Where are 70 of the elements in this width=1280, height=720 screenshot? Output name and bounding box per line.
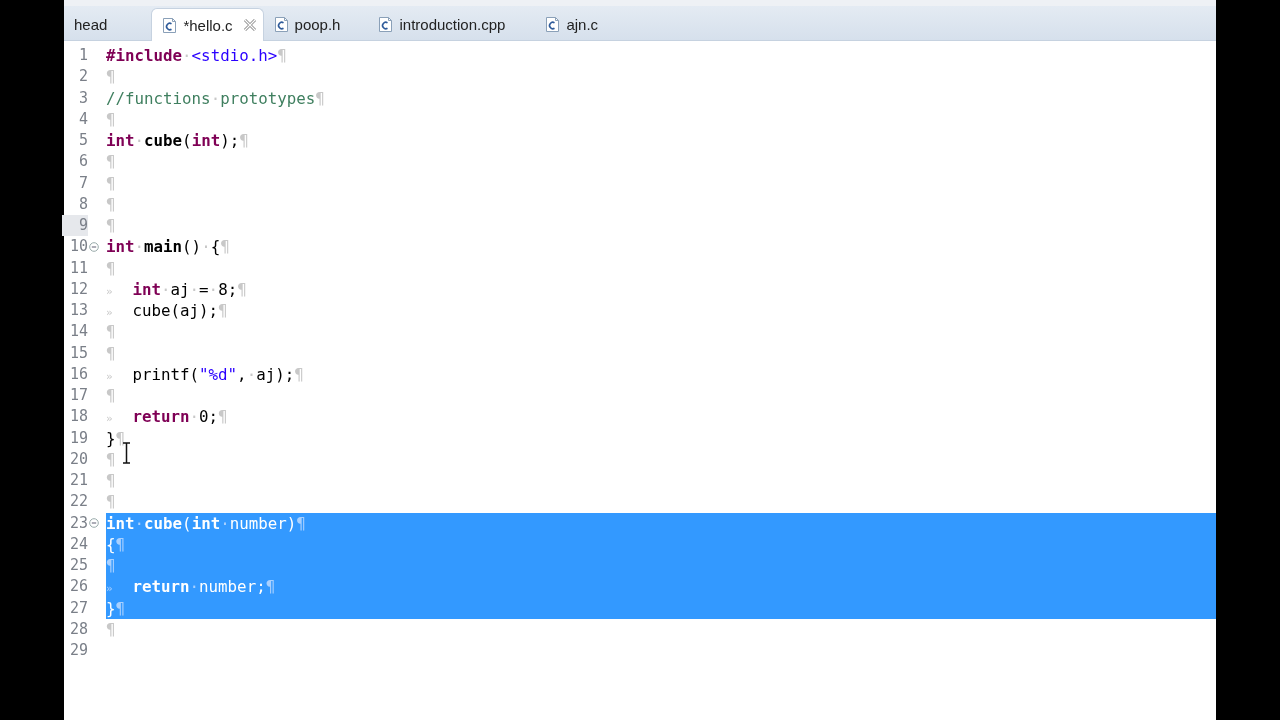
code-line: int·cube(int·number)¶ <box>106 513 306 533</box>
code-line: ¶ <box>106 109 116 129</box>
code-line: //functions·prototypes¶ <box>106 88 325 108</box>
line-number: 16 <box>68 363 88 385</box>
line-number: 1 <box>77 45 88 66</box>
editor-tab[interactable]: introduction.cpp <box>368 8 528 40</box>
c-file-icon <box>378 15 394 33</box>
line-number: 2 <box>77 66 88 88</box>
line-number: 24 <box>68 533 88 555</box>
code-line: ¶ <box>106 322 116 342</box>
code-line: » return·number;¶ <box>106 577 276 597</box>
editor-tab[interactable]: *hello.c <box>151 8 264 41</box>
editor-tab[interactable]: poop.h <box>263 8 363 40</box>
line-number: 4 <box>77 108 88 130</box>
line-number: 5 <box>77 130 88 151</box>
line-number: 26 <box>68 576 88 598</box>
line-number: 17 <box>68 385 88 406</box>
code-line: ¶ <box>106 173 116 193</box>
code-line: ¶ <box>106 449 116 469</box>
c-file-icon <box>273 15 289 33</box>
line-number: 29 <box>68 640 88 661</box>
line-number: 9 <box>62 215 88 237</box>
collapse-icon[interactable] <box>89 518 99 529</box>
line-number: 11 <box>68 257 88 279</box>
collapse-icon[interactable] <box>89 241 99 252</box>
code-line: ¶ <box>106 343 116 363</box>
line-number: 12 <box>68 278 88 300</box>
code-line: ¶ <box>106 216 116 235</box>
text-cursor-icon <box>122 442 131 464</box>
line-number: 21 <box>68 470 88 491</box>
c-file-icon <box>162 16 178 34</box>
line-number: 8 <box>77 193 88 215</box>
editor-tab[interactable]: ajn.c <box>535 8 621 40</box>
line-number: 18 <box>68 406 88 428</box>
code-line: ¶ <box>106 258 116 278</box>
line-number: 27 <box>68 597 88 619</box>
line-number: 14 <box>68 321 88 343</box>
line-number: 10 <box>68 236 88 258</box>
line-number: 15 <box>68 342 88 364</box>
code-line: #include·<stdio.h>¶ <box>106 46 287 65</box>
code-line: ¶ <box>106 619 116 639</box>
code-line: int·cube(int);¶ <box>106 131 249 150</box>
editor-tab[interactable]: head <box>64 8 130 40</box>
code-line: » printf("%d",·aj);¶ <box>106 364 304 384</box>
line-number: 13 <box>68 300 88 321</box>
line-number: 25 <box>68 555 88 576</box>
code-line: » return·0;¶ <box>106 407 228 427</box>
code-line: ¶ <box>106 556 116 575</box>
code-line: ¶ <box>106 386 116 405</box>
code-line: int·main()·{¶ <box>106 237 230 257</box>
code-line: ¶ <box>106 194 116 214</box>
code-line: ¶ <box>106 471 116 490</box>
line-number: 22 <box>68 491 88 513</box>
code-line: ¶ <box>106 67 116 87</box>
line-number: 6 <box>77 151 88 173</box>
code-line: }¶ <box>106 598 126 618</box>
code-line: » cube(aj);¶ <box>106 301 228 320</box>
line-number: 19 <box>68 427 88 449</box>
line-number: 7 <box>77 172 88 194</box>
code-line: ¶ <box>106 152 116 172</box>
code-line: }¶ <box>106 428 126 448</box>
c-file-icon <box>545 15 561 33</box>
line-number: 3 <box>77 87 88 109</box>
close-icon <box>242 18 257 32</box>
code-line: » int·aj·=·8;¶ <box>106 279 247 299</box>
line-number: 20 <box>68 448 88 470</box>
line-number: 23 <box>68 512 88 534</box>
line-number: 28 <box>68 618 88 640</box>
code-line: ¶ <box>106 492 116 512</box>
code-line: {¶ <box>106 534 126 554</box>
